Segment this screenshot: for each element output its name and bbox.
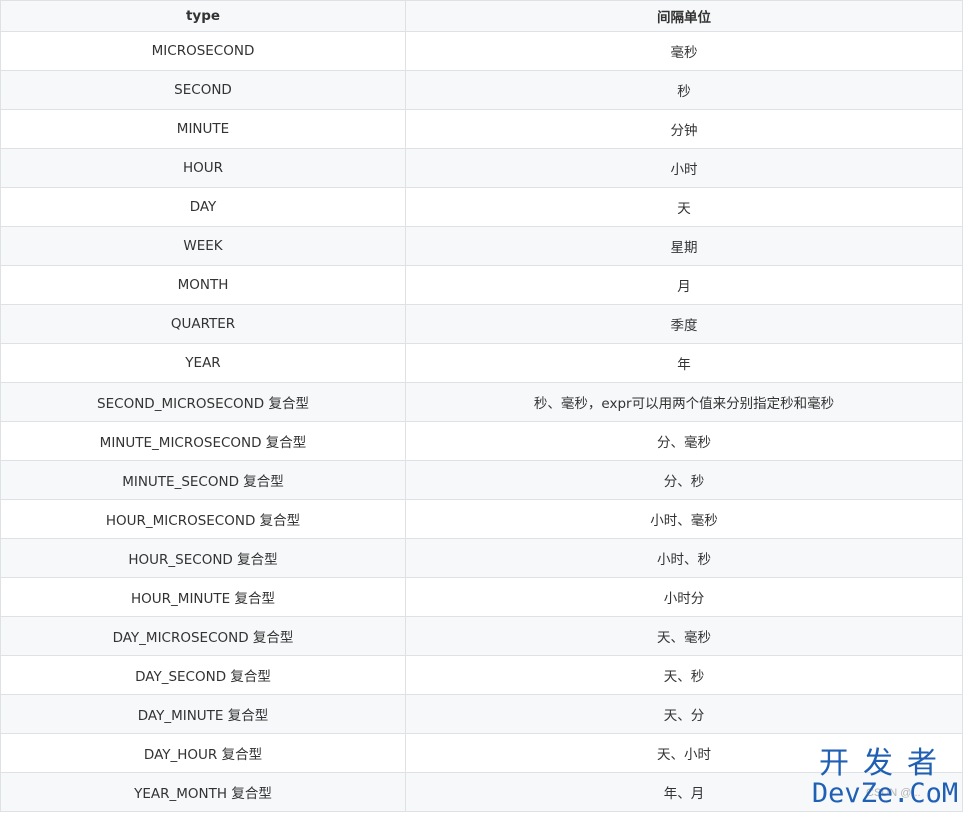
table-row: MONTH 月 [0, 265, 963, 305]
cell-type: HOUR_MICROSECOND 复合型 [0, 499, 406, 539]
cell-interval-unit: 天、毫秒 [405, 616, 963, 656]
cell-interval-unit: 小时分 [405, 577, 963, 617]
table-row: YEAR_MONTH 复合型 年、月 [0, 772, 963, 812]
cell-interval-unit: 毫秒 [405, 31, 963, 71]
cell-type: DAY_MINUTE 复合型 [0, 694, 406, 734]
table-row: SECOND_MICROSECOND 复合型 秒、毫秒，expr可以用两个值来分别… [0, 382, 963, 422]
cell-type: MINUTE_SECOND 复合型 [0, 460, 406, 500]
cell-type: SECOND_MICROSECOND 复合型 [0, 382, 406, 422]
cell-interval-unit: 季度 [405, 304, 963, 344]
cell-type: YEAR_MONTH 复合型 [0, 772, 406, 812]
table-row: YEAR 年 [0, 343, 963, 383]
table-row: MICROSECOND 毫秒 [0, 31, 963, 71]
cell-type: YEAR [0, 343, 406, 383]
table-row: MINUTE_SECOND 复合型 分、秒 [0, 460, 963, 500]
table-body: MICROSECOND 毫秒 SECOND 秒 MINUTE 分钟 HOUR 小时 DAY 天 WE… [0, 31, 963, 812]
cell-interval-unit: 分、毫秒 [405, 421, 963, 461]
table-row: DAY 天 [0, 187, 963, 227]
cell-type: DAY_HOUR 复合型 [0, 733, 406, 773]
cell-type: SECOND [0, 70, 406, 110]
cell-interval-unit: 年 [405, 343, 963, 383]
table-row: MINUTE_MICROSECOND 复合型 分、毫秒 [0, 421, 963, 461]
cell-type: HOUR_SECOND 复合型 [0, 538, 406, 578]
cell-interval-unit: 秒、毫秒，expr可以用两个值来分别指定秒和毫秒 [405, 382, 963, 422]
header-interval-unit: 间隔单位 [405, 0, 963, 32]
table-row: DAY_MICROSECOND 复合型 天、毫秒 [0, 616, 963, 656]
cell-interval-unit: 天、分 [405, 694, 963, 734]
table-row: DAY_MINUTE 复合型 天、分 [0, 694, 963, 734]
table-row: HOUR 小时 [0, 148, 963, 188]
cell-type: WEEK [0, 226, 406, 266]
cell-type: MONTH [0, 265, 406, 305]
table-row: SECOND 秒 [0, 70, 963, 110]
table-row: QUARTER 季度 [0, 304, 963, 344]
cell-interval-unit: 星期 [405, 226, 963, 266]
cell-type: HOUR_MINUTE 复合型 [0, 577, 406, 617]
table-row: MINUTE 分钟 [0, 109, 963, 149]
table-row: HOUR_MICROSECOND 复合型 小时、毫秒 [0, 499, 963, 539]
cell-type: MINUTE_MICROSECOND 复合型 [0, 421, 406, 461]
cell-interval-unit: 月 [405, 265, 963, 305]
cell-type: DAY_MICROSECOND 复合型 [0, 616, 406, 656]
cell-type: MINUTE [0, 109, 406, 149]
cell-interval-unit: 天、小时 [405, 733, 963, 773]
cell-interval-unit: 分、秒 [405, 460, 963, 500]
cell-interval-unit: 小时 [405, 148, 963, 188]
cell-type: HOUR [0, 148, 406, 188]
cell-type: QUARTER [0, 304, 406, 344]
header-row: type 间隔单位 [0, 0, 963, 32]
table-row: DAY_SECOND 复合型 天、秒 [0, 655, 963, 695]
cell-interval-unit: 小时、毫秒 [405, 499, 963, 539]
cell-type: DAY_SECOND 复合型 [0, 655, 406, 695]
table-row: HOUR_SECOND 复合型 小时、秒 [0, 538, 963, 578]
header-type: type [0, 0, 406, 32]
cell-interval-unit: 天 [405, 187, 963, 227]
table-row: DAY_HOUR 复合型 天、小时 [0, 733, 963, 773]
cell-interval-unit: 天、秒 [405, 655, 963, 695]
cell-type: DAY [0, 187, 406, 227]
cell-interval-unit: 秒 [405, 70, 963, 110]
cell-interval-unit: 年、月 [405, 772, 963, 812]
interval-unit-table: type 间隔单位 MICROSECOND 毫秒 SECOND 秒 MINUTE 分钟 HO… [0, 0, 963, 812]
table-row: HOUR_MINUTE 复合型 小时分 [0, 577, 963, 617]
cell-type: MICROSECOND [0, 31, 406, 71]
cell-interval-unit: 小时、秒 [405, 538, 963, 578]
table-header: type 间隔单位 [0, 0, 963, 32]
cell-interval-unit: 分钟 [405, 109, 963, 149]
table-row: WEEK 星期 [0, 226, 963, 266]
